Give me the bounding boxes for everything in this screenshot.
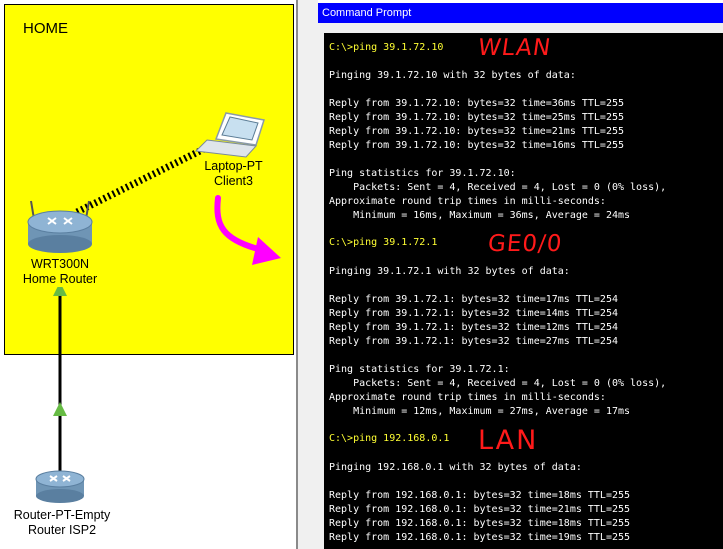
window-title[interactable]: Command Prompt: [318, 3, 723, 23]
console-output-line: Reply from 39.1.72.1: bytes=32 time=27ms…: [329, 336, 618, 347]
annotation-wlan: WLAN: [476, 35, 553, 61]
console-command-line: C:\>ping 192.168.0.1: [329, 433, 450, 444]
link-status-up-icon: [53, 402, 67, 416]
console-output-line: Minimum = 12ms, Maximum = 27ms, Average …: [329, 406, 631, 417]
console-output-line: Reply from 39.1.72.10: bytes=32 time=16m…: [329, 140, 625, 151]
console-output-line: Reply from 192.168.0.1: bytes=32 time=18…: [329, 518, 631, 529]
arrow-head: [252, 237, 281, 265]
console-output-line: Reply from 39.1.72.1: bytes=32 time=12ms…: [329, 322, 618, 333]
console-output-line: Reply from 39.1.72.1: bytes=32 time=14ms…: [329, 308, 618, 319]
annotation-lan: LAN: [478, 425, 539, 456]
router-icon: [35, 470, 85, 503]
laptop-label: Laptop-PT Client3: [204, 159, 263, 188]
annotation-ge: GE0/0: [486, 231, 564, 257]
console-output-line: Packets: Sent = 4, Received = 4, Lost = …: [329, 378, 667, 389]
console-command-line: C:\>ping 39.1.72.10: [329, 42, 444, 53]
laptop-icon: [194, 112, 265, 158]
console-output-line: Reply from 192.168.0.1: bytes=32 time=19…: [329, 532, 631, 543]
command-prompt-window[interactable]: Command Prompt C:\>ping 39.1.72.10 Pingin…: [318, 0, 723, 549]
console-output-line: Reply from 192.168.0.1: bytes=32 time=21…: [329, 504, 631, 515]
console-output-line: Pinging 39.1.72.1 with 32 bytes of data:: [329, 266, 570, 277]
console-output-line: Reply from 192.168.0.1: bytes=32 time=18…: [329, 490, 631, 501]
home-router-label: WRT300N Home Router: [5, 257, 115, 287]
console-output-line: Approximate round trip times in milli-se…: [329, 196, 606, 207]
curved-arrow-annotation: [214, 195, 265, 253]
console-output-line: Ping statistics for 39.1.72.1:: [329, 364, 510, 375]
window-gap: [298, 0, 318, 549]
console-output-line: Pinging 192.168.0.1 with 32 bytes of dat…: [329, 462, 582, 473]
console-output-line: Reply from 39.1.72.10: bytes=32 time=25m…: [329, 112, 625, 123]
console-output[interactable]: C:\>ping 39.1.72.10 Pinging 39.1.72.10 wi…: [324, 33, 723, 549]
console-output-line: Reply from 39.1.72.10: bytes=32 time=36m…: [329, 98, 625, 109]
console-output-line: Approximate round trip times in milli-se…: [329, 392, 606, 403]
console-output-line: Reply from 39.1.72.1: bytes=32 time=17ms…: [329, 294, 618, 305]
console-output-line: Minimum = 16ms, Maximum = 36ms, Average …: [329, 210, 631, 221]
topology-canvas[interactable]: HOME Laptop-PT Client3 WRT300N Home Rout…: [0, 0, 300, 549]
console-output-line: Packets: Sent = 4, Received = 4, Lost = …: [329, 182, 667, 193]
console-output-line: Ping statistics for 39.1.72.10:: [329, 168, 516, 179]
console-command-line: C:\>ping 39.1.72.1: [329, 237, 438, 248]
console-output-line: Pinging 39.1.72.10 with 32 bytes of data…: [329, 70, 576, 81]
console-output-line: Reply from 39.1.72.10: bytes=32 time=21m…: [329, 126, 625, 137]
isp-router-label: Router-PT-Empty Router ISP2: [13, 508, 111, 537]
